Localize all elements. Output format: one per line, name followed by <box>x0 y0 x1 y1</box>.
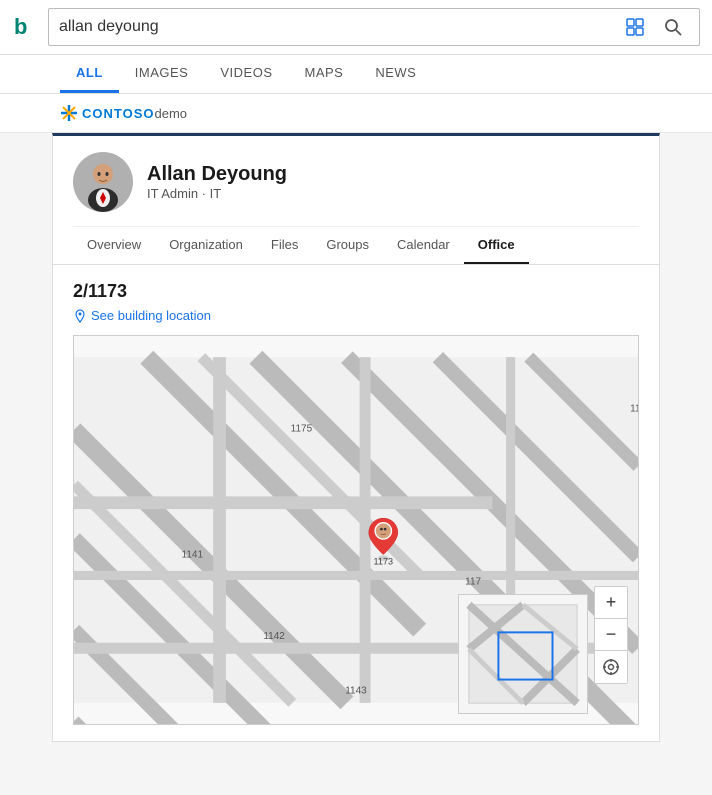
profile-tab-groups[interactable]: Groups <box>312 227 383 264</box>
tab-images[interactable]: IMAGES <box>119 55 205 93</box>
map-controls: + − <box>594 586 628 684</box>
profile-tab-organization[interactable]: Organization <box>155 227 257 264</box>
tab-videos[interactable]: VIDEOS <box>204 55 288 93</box>
svg-text:1172: 1172 <box>630 404 638 415</box>
svg-text:1173: 1173 <box>374 557 394 567</box>
profile-tab-files[interactable]: Files <box>257 227 312 264</box>
svg-text:1142: 1142 <box>263 631 285 642</box>
profile-tab-calendar[interactable]: Calendar <box>383 227 464 264</box>
visual-search-icon[interactable] <box>619 11 651 43</box>
zoom-in-button[interactable]: + <box>595 587 627 619</box>
svg-text:1175: 1175 <box>291 424 313 435</box>
profile-subtitle: IT Admin · IT <box>147 186 287 201</box>
profile-card: Allan Deyoung IT Admin · IT Overview Org… <box>52 133 660 265</box>
contoso-demo: demo <box>155 106 188 121</box>
locate-button[interactable] <box>595 651 627 683</box>
tab-maps[interactable]: MAPS <box>288 55 359 93</box>
office-room: 2/1173 <box>73 281 639 302</box>
floor-map: 1172 1175 1141 1142 1143 117 1173 <box>73 335 639 725</box>
avatar <box>73 152 133 212</box>
office-content: 2/1173 See building location <box>52 265 660 742</box>
profile-info: Allan Deyoung IT Admin · IT <box>147 163 287 201</box>
tab-all[interactable]: ALL <box>60 55 119 93</box>
svg-text:1143: 1143 <box>345 686 367 697</box>
nav-tabs: ALL IMAGES VIDEOS MAPS NEWS <box>0 55 712 94</box>
see-building-link[interactable]: See building location <box>73 308 639 323</box>
search-bar: b <box>0 0 712 55</box>
profile-name: Allan Deyoung <box>147 163 287 186</box>
see-building-label: See building location <box>91 308 211 323</box>
svg-text:117: 117 <box>465 577 481 588</box>
profile-header: Allan Deyoung IT Admin · IT <box>73 152 639 212</box>
location-pin-icon <box>73 309 87 323</box>
bing-logo: b <box>12 12 40 43</box>
zoom-out-button[interactable]: − <box>595 619 627 651</box>
profile-tab-office[interactable]: Office <box>464 227 529 264</box>
profile-tabs: Overview Organization Files Groups Calen… <box>73 226 639 264</box>
svg-text:b: b <box>14 14 27 39</box>
search-input[interactable] <box>59 18 619 36</box>
contoso-logo: CONTOSO demo <box>60 104 187 122</box>
profile-tab-overview[interactable]: Overview <box>73 227 155 264</box>
search-button[interactable] <box>657 11 689 43</box>
contoso-bar: CONTOSO demo <box>0 94 712 133</box>
mini-map <box>458 594 588 714</box>
contoso-name: CONTOSO <box>82 106 155 121</box>
tab-news[interactable]: NEWS <box>359 55 432 93</box>
search-input-wrap <box>48 8 700 46</box>
svg-text:1141: 1141 <box>182 549 204 560</box>
